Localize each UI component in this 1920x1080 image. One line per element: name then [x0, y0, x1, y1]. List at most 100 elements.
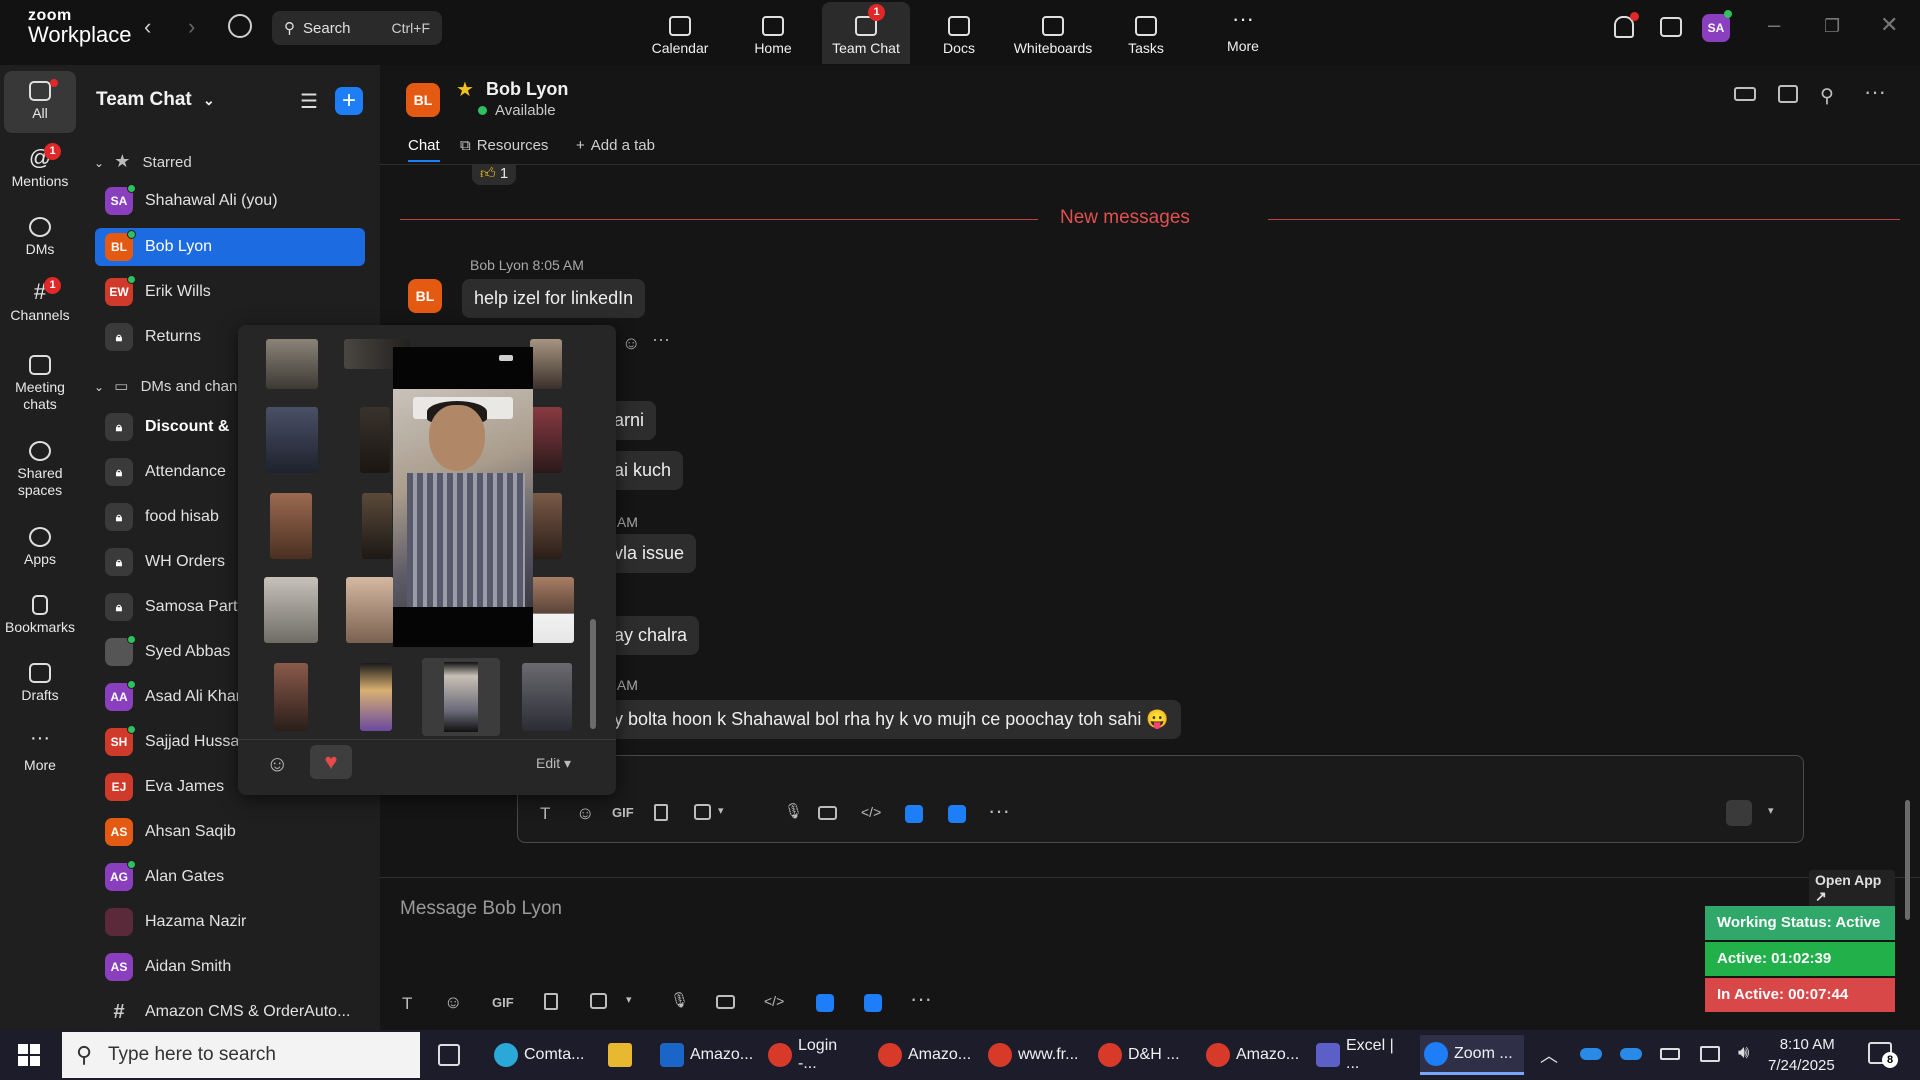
sidebar-item-shahawal[interactable]: SA Shahawal Ali (you): [95, 182, 365, 220]
image-thumbnail[interactable]: [270, 493, 312, 559]
rail-bookmarks[interactable]: Bookmarks: [4, 595, 76, 636]
nav-more[interactable]: ··· More: [1199, 0, 1287, 65]
contact-avatar[interactable]: BL: [406, 83, 440, 117]
reply-composer[interactable]: T ☺ GIF ▾ 🎙︎ </> ··· ▾: [517, 755, 1804, 843]
filter-icon[interactable]: ☰: [300, 89, 318, 114]
taskbar-app[interactable]: Amazo...: [656, 1035, 753, 1075]
screenshot-icon[interactable]: [590, 993, 607, 1009]
notification-center-icon[interactable]: 8: [1868, 1042, 1898, 1068]
image-thumbnail-selected[interactable]: [422, 658, 500, 736]
image-thumbnail[interactable]: [530, 493, 562, 559]
code-snippet-icon[interactable]: </>: [861, 804, 881, 820]
taskbar-app[interactable]: Amazo...: [874, 1035, 971, 1075]
taskbar-search[interactable]: ⚲ Type here to search: [62, 1032, 420, 1078]
microphone-icon[interactable]: 🎙︎: [670, 991, 689, 1009]
taskbar-app[interactable]: www.fr...: [984, 1035, 1078, 1075]
rail-shared-spaces[interactable]: Shared spaces: [4, 441, 76, 499]
sidebar-item-hazama-nazir[interactable]: Hazama Nazir: [95, 903, 365, 941]
video-message-icon[interactable]: [818, 806, 837, 820]
edit-button[interactable]: Edit ▾: [536, 755, 571, 772]
chevron-down-icon[interactable]: ▾: [626, 993, 632, 1006]
rail-apps[interactable]: Apps: [4, 527, 76, 568]
rail-channels[interactable]: # Channels 1: [4, 277, 76, 324]
sidebar-item-ahsan-saqib[interactable]: AS Ahsan Saqib: [95, 813, 365, 851]
task-view-icon[interactable]: [438, 1044, 460, 1066]
nav-calendar[interactable]: Calendar: [636, 0, 724, 65]
image-thumbnail[interactable]: [530, 339, 562, 389]
rail-all[interactable]: All: [4, 71, 76, 133]
section-dms[interactable]: ⌄ ▭ DMs and chan: [94, 377, 237, 395]
image-thumbnail[interactable]: [266, 339, 318, 389]
taskbar-app[interactable]: Excel | ...: [1312, 1035, 1406, 1075]
heart-tab-icon[interactable]: ♥: [310, 745, 352, 779]
message-more-icon[interactable]: ···: [652, 329, 670, 350]
app-icon-1[interactable]: [816, 994, 834, 1012]
emoji-icon[interactable]: ☺: [576, 803, 594, 824]
taskbar-clock[interactable]: 8:10 AM 7/24/2025: [1768, 1034, 1835, 1076]
emoji-tab-icon[interactable]: ☺: [266, 751, 288, 777]
volume-icon[interactable]: 🔊︎: [1738, 1042, 1749, 1063]
taskbar-app[interactable]: Comta...: [490, 1035, 584, 1075]
maximize-icon[interactable]: ❐: [1824, 16, 1840, 37]
app-icon-2[interactable]: [948, 805, 966, 823]
forward-arrow-icon[interactable]: ›: [188, 14, 195, 40]
search-icon[interactable]: ⚲: [1820, 85, 1834, 108]
message-input[interactable]: Message Bob Lyon: [400, 898, 562, 920]
emoji-icon[interactable]: ☺: [444, 992, 462, 1013]
image-thumbnail[interactable]: [274, 663, 308, 731]
popover-scrollbar[interactable]: [590, 339, 598, 734]
taskbar-app[interactable]: D&H ...: [1094, 1035, 1188, 1075]
file-icon[interactable]: [654, 804, 668, 821]
video-message-icon[interactable]: [716, 995, 735, 1009]
image-thumbnail[interactable]: [266, 407, 318, 473]
gif-button[interactable]: GIF: [492, 995, 514, 1010]
search-box[interactable]: ⚲ Search Ctrl+F: [272, 11, 442, 45]
more-tools-icon[interactable]: ···: [910, 986, 932, 1012]
tab-resources[interactable]: ⧉ Resources: [460, 137, 548, 154]
calendar-status-icon[interactable]: [1660, 17, 1682, 37]
nav-home[interactable]: Home: [729, 0, 817, 65]
sidebar-title[interactable]: Team Chat ⌄: [96, 89, 215, 111]
star-icon[interactable]: ★: [456, 77, 474, 102]
send-icon[interactable]: [1726, 800, 1752, 826]
tray-chevron-icon[interactable]: ︿: [1540, 1042, 1558, 1068]
image-thumbnail[interactable]: [522, 663, 572, 731]
image-thumbnail[interactable]: [362, 493, 392, 559]
chat-scrollbar[interactable]: [1904, 175, 1912, 925]
scrollbar-thumb[interactable]: [1905, 800, 1910, 920]
history-icon[interactable]: [228, 14, 252, 38]
chevron-down-icon[interactable]: ▾: [1768, 804, 1774, 817]
rail-more[interactable]: ··· More: [4, 728, 76, 774]
taskbar-app-zoom[interactable]: Zoom ...: [1420, 1035, 1524, 1075]
scrollbar-thumb[interactable]: [590, 619, 596, 729]
rail-drafts[interactable]: Drafts: [4, 663, 76, 704]
sidebar-item-amazon-cms[interactable]: # Amazon CMS & OrderAuto...: [95, 993, 365, 1030]
chevron-down-icon[interactable]: ▾: [718, 804, 724, 817]
nav-team-chat[interactable]: Team Chat 1: [822, 2, 910, 64]
sidebar-item-erik-wills[interactable]: EW Erik Wills: [95, 273, 365, 311]
image-thumbnail[interactable]: [264, 577, 318, 643]
onedrive-icon[interactable]: [1620, 1048, 1642, 1060]
windows-start-icon[interactable]: [18, 1044, 40, 1066]
image-thumbnail[interactable]: [360, 663, 392, 731]
new-chat-button[interactable]: +: [335, 87, 363, 115]
image-thumbnail[interactable]: [346, 577, 394, 643]
contact-name[interactable]: Bob Lyon: [486, 79, 568, 100]
gif-button[interactable]: GIF: [612, 805, 634, 820]
rail-dms[interactable]: DMs: [4, 217, 76, 258]
nav-docs[interactable]: Docs: [915, 0, 1003, 65]
code-snippet-icon[interactable]: </>: [764, 993, 784, 1009]
taskbar-app[interactable]: Amazo...: [1202, 1035, 1299, 1075]
taskbar-app[interactable]: Login -...: [764, 1035, 858, 1075]
back-arrow-icon[interactable]: ‹: [144, 14, 151, 40]
microphone-icon[interactable]: 🎙︎: [784, 802, 803, 820]
add-reaction-icon[interactable]: ☺: [622, 333, 640, 354]
share-screen-icon[interactable]: [1778, 85, 1798, 103]
section-starred[interactable]: ⌄ ★ Starred: [94, 151, 192, 172]
format-text-icon[interactable]: T: [402, 994, 412, 1014]
sidebar-item-aidan-smith[interactable]: AS Aidan Smith: [95, 948, 365, 986]
file-icon[interactable]: [544, 993, 558, 1010]
app-icon-2[interactable]: [864, 994, 882, 1012]
minimize-icon[interactable]: –: [1768, 12, 1780, 38]
message-bubble[interactable]: y bolta hoon k Shahawal bol rha hy k vo …: [600, 700, 1181, 739]
